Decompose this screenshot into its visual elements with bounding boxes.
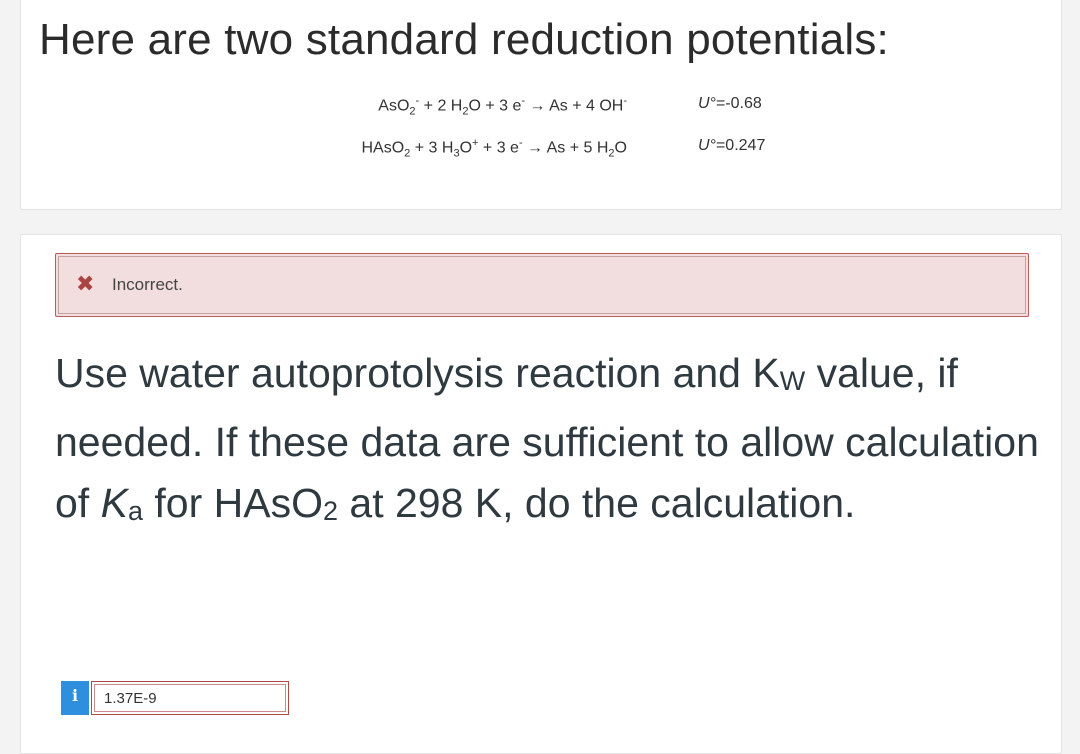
reaction-row-2: HAsO2 + 3 H3O+ + 3 e- → As + 5 H2O U°=0.…	[21, 137, 1061, 161]
feedback-status: Incorrect.	[112, 275, 183, 294]
answer-input[interactable]	[91, 681, 289, 715]
answer-field: i	[61, 681, 293, 715]
question-card: ✖ Incorrect. Use water autoprotolysis re…	[20, 234, 1062, 754]
reaction-equation: HAsO2 + 3 H3O+ + 3 e- → As + 5 H2O	[361, 137, 628, 160]
reduction-potential: U°=-0.68	[698, 95, 762, 112]
reduction-potential: U°=0.247	[698, 137, 766, 154]
page-title: Here are two standard reduction potentia…	[39, 15, 889, 64]
potentials-card: Here are two standard reduction potentia…	[20, 0, 1062, 210]
reaction-equation: AsO2- + 2 H2O + 3 e- → As + 4 OH-	[378, 95, 627, 118]
info-icon[interactable]: i	[61, 681, 89, 715]
reaction-row-1: AsO2- + 2 H2O + 3 e- → As + 4 OH- U°=-0.…	[21, 95, 1061, 119]
feedback-banner: ✖ Incorrect.	[55, 253, 1029, 317]
close-icon: ✖	[76, 271, 95, 296]
question-text: Use water autoprotolysis reaction and KW…	[55, 350, 1039, 526]
